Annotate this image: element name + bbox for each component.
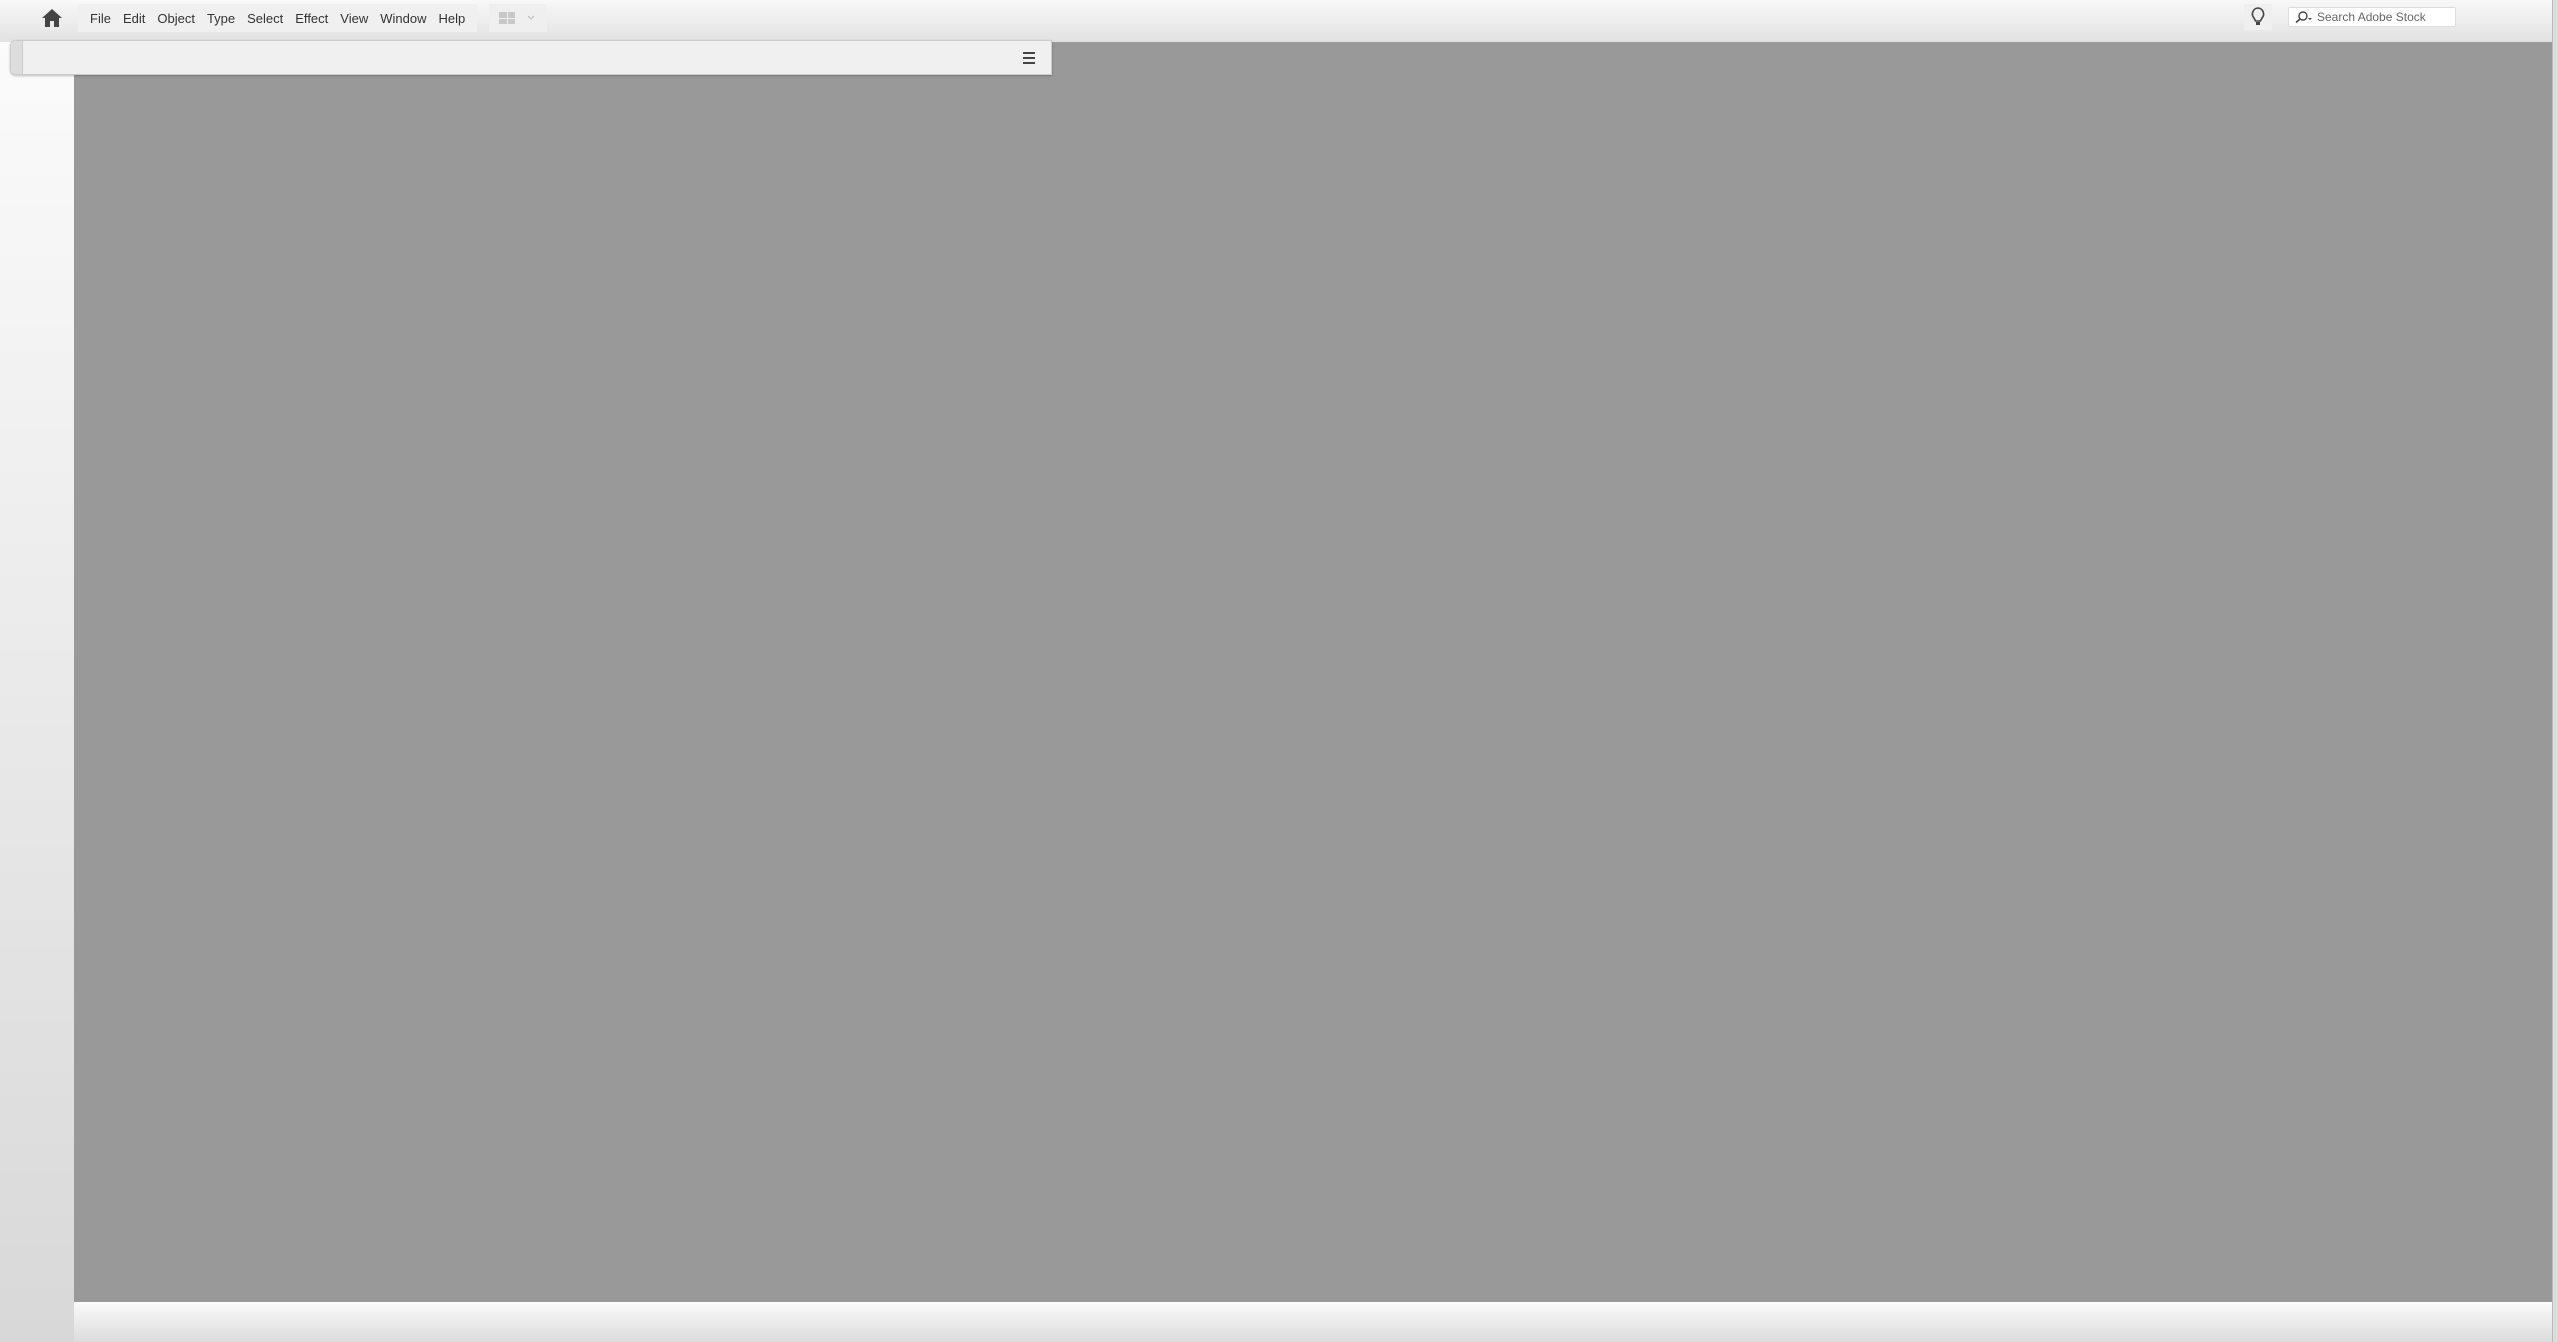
menu-row: File Edit Object Type Select Effect View… (78, 4, 548, 32)
lightbulb-icon (2251, 7, 2265, 25)
search-icon (2295, 11, 2312, 23)
search-adobe-stock-input[interactable]: Search Adobe Stock (2288, 7, 2456, 27)
document-canvas-area[interactable] (74, 42, 2552, 1302)
status-bar (74, 1302, 2552, 1342)
tools-panel (0, 42, 74, 1342)
window-edge (2552, 0, 2558, 1342)
discover-button[interactable] (2244, 4, 2272, 30)
home-icon (42, 9, 62, 27)
menu-type[interactable]: Type (201, 11, 241, 26)
menu-list: File Edit Object Type Select Effect View… (78, 4, 478, 32)
panel-menu-icon[interactable] (1021, 49, 1041, 67)
chevron-down-icon (527, 15, 535, 20)
control-panel (10, 40, 1052, 75)
menu-edit[interactable]: Edit (117, 11, 151, 26)
panel-grip[interactable] (11, 41, 23, 74)
menu-window[interactable]: Window (374, 11, 432, 26)
menu-view[interactable]: View (334, 11, 374, 26)
workspace-switcher[interactable] (489, 4, 548, 32)
menu-file[interactable]: File (84, 11, 117, 26)
menu-effect[interactable]: Effect (289, 11, 334, 26)
menu-bar: File Edit Object Type Select Effect View… (0, 0, 2552, 42)
workspace-switcher-icon (499, 12, 516, 24)
menu-help[interactable]: Help (432, 11, 471, 26)
menu-object[interactable]: Object (151, 11, 201, 26)
menu-select[interactable]: Select (241, 11, 289, 26)
search-placeholder: Search Adobe Stock (2317, 10, 2426, 24)
home-button[interactable] (38, 5, 66, 31)
